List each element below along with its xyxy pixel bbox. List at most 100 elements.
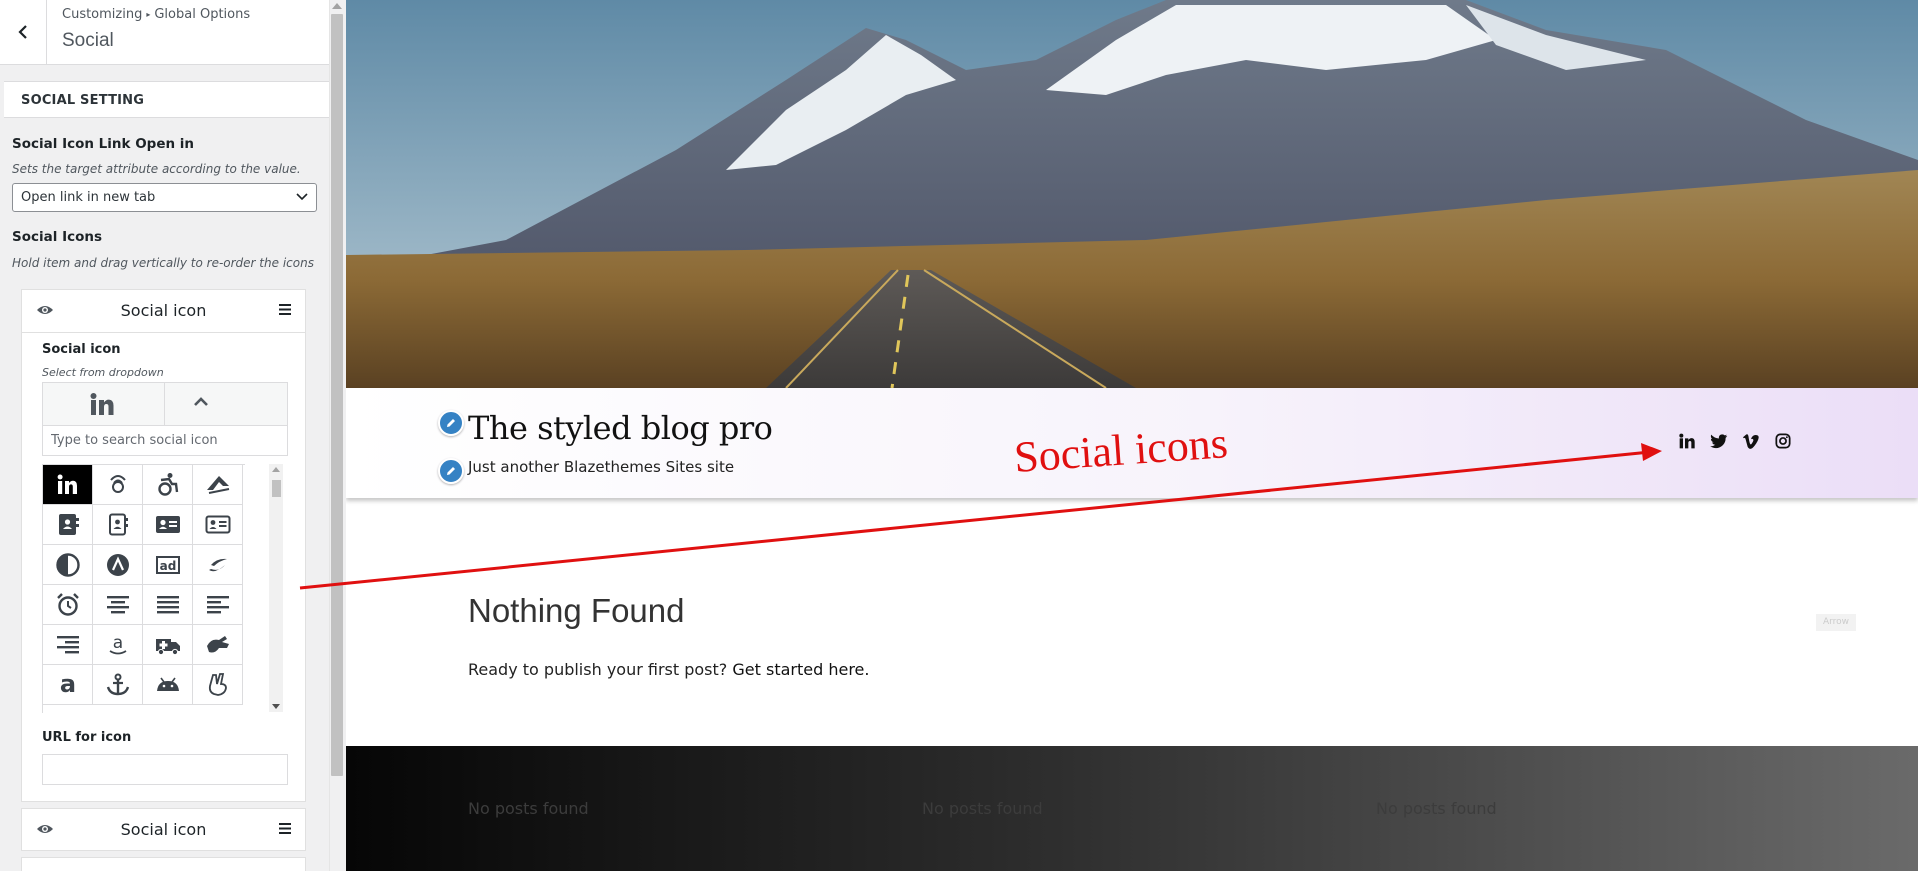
- site-footer: No posts found No posts found No posts f…: [346, 746, 1918, 871]
- edit-title-button[interactable]: [438, 410, 464, 436]
- android-icon: [156, 677, 179, 691]
- sidebar-scroll-thumb[interactable]: [331, 14, 343, 776]
- address-book-icon: [58, 513, 79, 535]
- icon-option[interactable]: [193, 625, 243, 665]
- align-left-icon: [206, 595, 229, 613]
- icon-option[interactable]: [193, 585, 243, 625]
- address-card-icon: [155, 515, 180, 533]
- linkedin-icon: [90, 393, 114, 415]
- drag-handle-icon[interactable]: [279, 304, 291, 315]
- scroll-up-icon[interactable]: [272, 467, 280, 472]
- accessible-icon: [157, 472, 178, 496]
- icon-option[interactable]: [193, 665, 243, 705]
- alarm-clock-icon: [56, 592, 79, 616]
- header-image: [346, 0, 1918, 388]
- icon-option[interactable]: [43, 625, 93, 665]
- svg-text:ad: ad: [159, 559, 176, 573]
- icon-grid-scrollbar[interactable]: [269, 464, 283, 712]
- nothing-found-text: Ready to publish your first post? Get st…: [468, 660, 869, 679]
- link-open-value: Open link in new tab: [21, 190, 156, 205]
- icon-search-input[interactable]: [42, 425, 288, 456]
- linkedin-icon: [1679, 433, 1695, 449]
- footer-column-text: No posts found: [1376, 799, 1497, 818]
- edit-tagline-button[interactable]: [438, 458, 464, 484]
- icon-option[interactable]: [43, 465, 93, 505]
- social-icons-label: Social Icons: [12, 229, 103, 245]
- icon-picker-toggle[interactable]: [42, 382, 288, 426]
- amazon-icon: a: [109, 633, 126, 654]
- link-open-select[interactable]: Open link in new tab: [12, 183, 317, 212]
- icon-option[interactable]: [93, 665, 143, 705]
- icon-option[interactable]: [93, 465, 143, 505]
- icon-grid-scroll-thumb[interactable]: [272, 480, 281, 497]
- icon-option[interactable]: [93, 505, 143, 545]
- section-title: Social: [62, 30, 114, 51]
- icon-option[interactable]: [143, 665, 193, 705]
- address-book-outline-icon: [108, 513, 128, 535]
- sidebar-header: Customizing ▸ Global Options Social: [0, 0, 329, 65]
- adversal-icon: [106, 553, 129, 576]
- icon-option[interactable]: [143, 625, 193, 665]
- icon-option[interactable]: [143, 505, 193, 545]
- url-label: URL for icon: [42, 730, 132, 745]
- nothing-found-message: Ready to publish your first post?: [468, 660, 728, 679]
- social-icon-item-title: Social icon: [120, 301, 207, 320]
- pencil-icon: [447, 467, 455, 475]
- instagram-link[interactable]: [1774, 432, 1792, 450]
- icon-option[interactable]: ad: [143, 545, 193, 585]
- setting-heading: SOCIAL SETTING: [4, 81, 329, 118]
- social-icons-description: Hold item and drag vertically to re-orde…: [12, 256, 314, 270]
- social-icon-item-title: Social icon: [120, 820, 207, 839]
- icon-option[interactable]: [143, 585, 193, 625]
- instagram-icon: [1775, 433, 1791, 449]
- icon-option[interactable]: [193, 505, 243, 545]
- ad-icon: ad: [155, 555, 180, 574]
- url-input[interactable]: [42, 754, 288, 785]
- linkedin-icon: [57, 474, 77, 494]
- get-started-link[interactable]: Get started here.: [732, 660, 869, 679]
- linkedin-link[interactable]: [1678, 432, 1696, 450]
- breadcrumb-item: Customizing: [62, 7, 143, 22]
- breadcrumb-separator: ▸: [146, 10, 151, 19]
- scroll-up-icon[interactable]: [332, 3, 342, 9]
- affiliatetheme-icon: [208, 558, 227, 571]
- mountain-road-image: [346, 0, 1918, 388]
- icon-option[interactable]: [143, 465, 193, 505]
- chevron-left-icon: [18, 25, 27, 39]
- arrow-badge: Arrow: [1816, 614, 1856, 631]
- address-card-outline-icon: [205, 515, 230, 533]
- social-icon-item-header[interactable]: Social icon: [22, 290, 305, 333]
- twitter-link[interactable]: [1710, 432, 1728, 450]
- icon-option[interactable]: [43, 505, 93, 545]
- align-right-icon: [56, 635, 79, 653]
- social-icon-field-label: Social icon: [42, 342, 121, 357]
- chevron-down-icon: [296, 193, 308, 201]
- vimeo-link[interactable]: [1742, 432, 1760, 450]
- anchor-icon: [106, 673, 129, 695]
- nothing-found-title: Nothing Found: [468, 592, 685, 629]
- icon-option[interactable]: a: [43, 665, 93, 705]
- accusoft-icon: [206, 475, 229, 494]
- svg-text:a: a: [112, 633, 122, 653]
- scroll-down-icon[interactable]: [272, 704, 280, 709]
- 500px-icon: [109, 474, 126, 493]
- icon-option[interactable]: [193, 545, 243, 585]
- align-justify-icon: [156, 595, 179, 613]
- icon-option[interactable]: [43, 585, 93, 625]
- drag-handle-icon[interactable]: [279, 823, 291, 834]
- social-icon-item[interactable]: [21, 857, 306, 871]
- back-button[interactable]: [0, 0, 47, 64]
- american-sign-language-icon: [206, 635, 229, 652]
- social-icon-item-header[interactable]: Social icon: [22, 809, 305, 851]
- icon-option[interactable]: [93, 585, 143, 625]
- link-open-description: Sets the target attribute according to t…: [12, 162, 301, 176]
- icon-option[interactable]: [193, 465, 243, 505]
- icon-option[interactable]: a: [93, 625, 143, 665]
- link-open-label: Social Icon Link Open in: [12, 136, 195, 152]
- site-title[interactable]: The styled blog pro: [468, 409, 773, 447]
- breadcrumb: Customizing ▸ Global Options: [62, 7, 250, 22]
- icon-option[interactable]: [43, 545, 93, 585]
- footer-column-text: No posts found: [922, 799, 1043, 818]
- chevron-up-icon: [194, 397, 208, 406]
- icon-option[interactable]: [93, 545, 143, 585]
